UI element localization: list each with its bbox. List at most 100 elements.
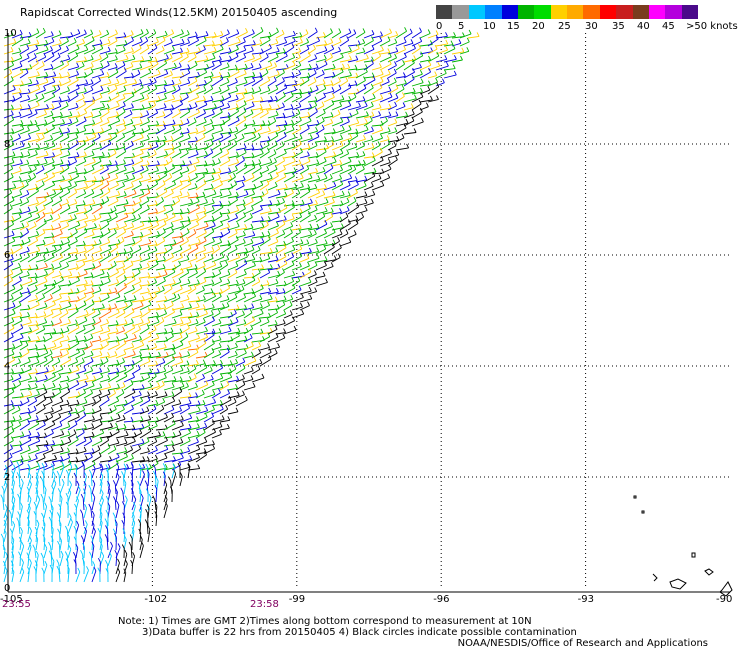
wind-barb-flag [146, 160, 150, 165]
wind-barb-flag [173, 318, 177, 324]
wind-barb-flag [195, 136, 198, 142]
wind-barb [131, 368, 141, 375]
wind-barb-flag [243, 148, 247, 153]
wind-barb [299, 55, 311, 63]
wind-barb-flag [45, 247, 49, 253]
wind-barb-flag [146, 406, 150, 411]
wind-barb-flag [357, 40, 361, 45]
wind-barb-flag [19, 190, 23, 195]
wind-barb [355, 32, 366, 39]
wind-barb-flag [243, 69, 247, 74]
wind-barb [179, 202, 193, 207]
wind-barb-flag [76, 480, 80, 486]
wind-barb-flag [142, 463, 146, 469]
wind-barb [155, 223, 167, 231]
wind-barb-flag [345, 76, 349, 82]
wind-barb-flag [178, 277, 182, 283]
wind-barb-flag [282, 197, 286, 203]
wind-barb-flag [202, 304, 206, 309]
wind-barb-flag [112, 512, 116, 517]
wind-barb-flag [58, 303, 62, 309]
wind-barb-flag [341, 125, 345, 131]
wind-barb-flag [11, 158, 15, 163]
wind-barb-flag [217, 158, 221, 163]
wind-barb-flag [211, 205, 215, 211]
wind-barb-flag [83, 168, 87, 173]
wind-barb-flag [130, 318, 134, 323]
wind-barb-flag [314, 27, 318, 33]
wind-barb [315, 275, 326, 279]
wind-barb-flag [115, 422, 119, 428]
wind-barb-flag [275, 287, 279, 293]
wind-barb [114, 500, 117, 511]
wind-barb-flag [84, 503, 88, 509]
wind-barb-flag [389, 149, 392, 154]
wind-barb-flag [282, 112, 286, 118]
wind-barb-flag [346, 36, 350, 41]
wind-barb-flag [42, 336, 46, 341]
wind-barb-flag [172, 432, 176, 437]
wind-barb-flag [50, 445, 54, 451]
wind-barb [35, 328, 46, 335]
wind-barb-flag [141, 384, 145, 389]
wind-barb-flag [82, 240, 86, 246]
wind-barb-flag [129, 109, 133, 115]
wind-barb-flag [169, 156, 173, 162]
wind-barb [51, 425, 63, 431]
wind-barb-flag [259, 358, 263, 364]
wind-barb-flag [347, 63, 351, 69]
wind-barb-flag [76, 70, 80, 75]
wind-barb [3, 298, 14, 303]
wind-barb [83, 276, 94, 279]
wind-barb [275, 313, 286, 319]
wind-barb-flag [358, 102, 361, 107]
wind-barb-flag [194, 264, 198, 269]
wind-barb-flag [107, 277, 111, 282]
wind-barb-flag [196, 311, 200, 317]
wind-barb-flag [186, 191, 190, 196]
wind-barb-flag [267, 86, 271, 91]
wind-barb-flag [420, 117, 424, 123]
wind-barb-flag [380, 70, 384, 75]
wind-barb-flag [106, 71, 110, 77]
wind-barb [115, 476, 120, 487]
wind-barb-flag [412, 87, 416, 93]
wind-barb-flag [245, 190, 249, 195]
wind-barb-flag [251, 87, 255, 93]
wind-barb [99, 493, 104, 503]
wind-barb-flag [155, 37, 159, 43]
wind-barb-flag [161, 404, 165, 410]
wind-barb [107, 71, 119, 79]
wind-barb-flag [186, 47, 190, 53]
wind-barb [3, 119, 14, 127]
wind-barb-flag [290, 104, 294, 109]
wind-barb-flag [181, 236, 185, 241]
wind-barb-flag [146, 28, 149, 34]
wind-barb-flag [242, 390, 245, 395]
wind-barb [227, 232, 238, 239]
wind-barb [267, 241, 279, 247]
wind-barb-flag [84, 56, 87, 61]
wind-barb-flag [124, 40, 128, 45]
wind-barb-flag [45, 77, 49, 83]
wind-barb-flag [19, 62, 23, 67]
wind-barb [259, 151, 270, 159]
wind-barb-flag [132, 437, 136, 442]
wind-barb-flag [82, 260, 86, 265]
wind-barb-flag [10, 104, 14, 110]
wind-barb-flag [40, 477, 44, 482]
wind-barb-flag [330, 212, 334, 217]
wind-barb-flag [353, 29, 357, 34]
wind-barb-flag [170, 135, 174, 141]
wind-barb-flag [75, 102, 79, 108]
wind-barb-flag [210, 148, 214, 153]
wind-barb [195, 289, 205, 295]
wind-barb-flag [148, 493, 152, 499]
wind-barb-flag [340, 141, 344, 146]
wind-barb-flag [250, 366, 254, 371]
wind-barb [123, 467, 127, 479]
wind-barb-flag [285, 64, 289, 69]
wind-barb-flag [220, 373, 224, 379]
wind-barb-flag [54, 454, 58, 460]
wind-barb-flag [67, 143, 70, 149]
